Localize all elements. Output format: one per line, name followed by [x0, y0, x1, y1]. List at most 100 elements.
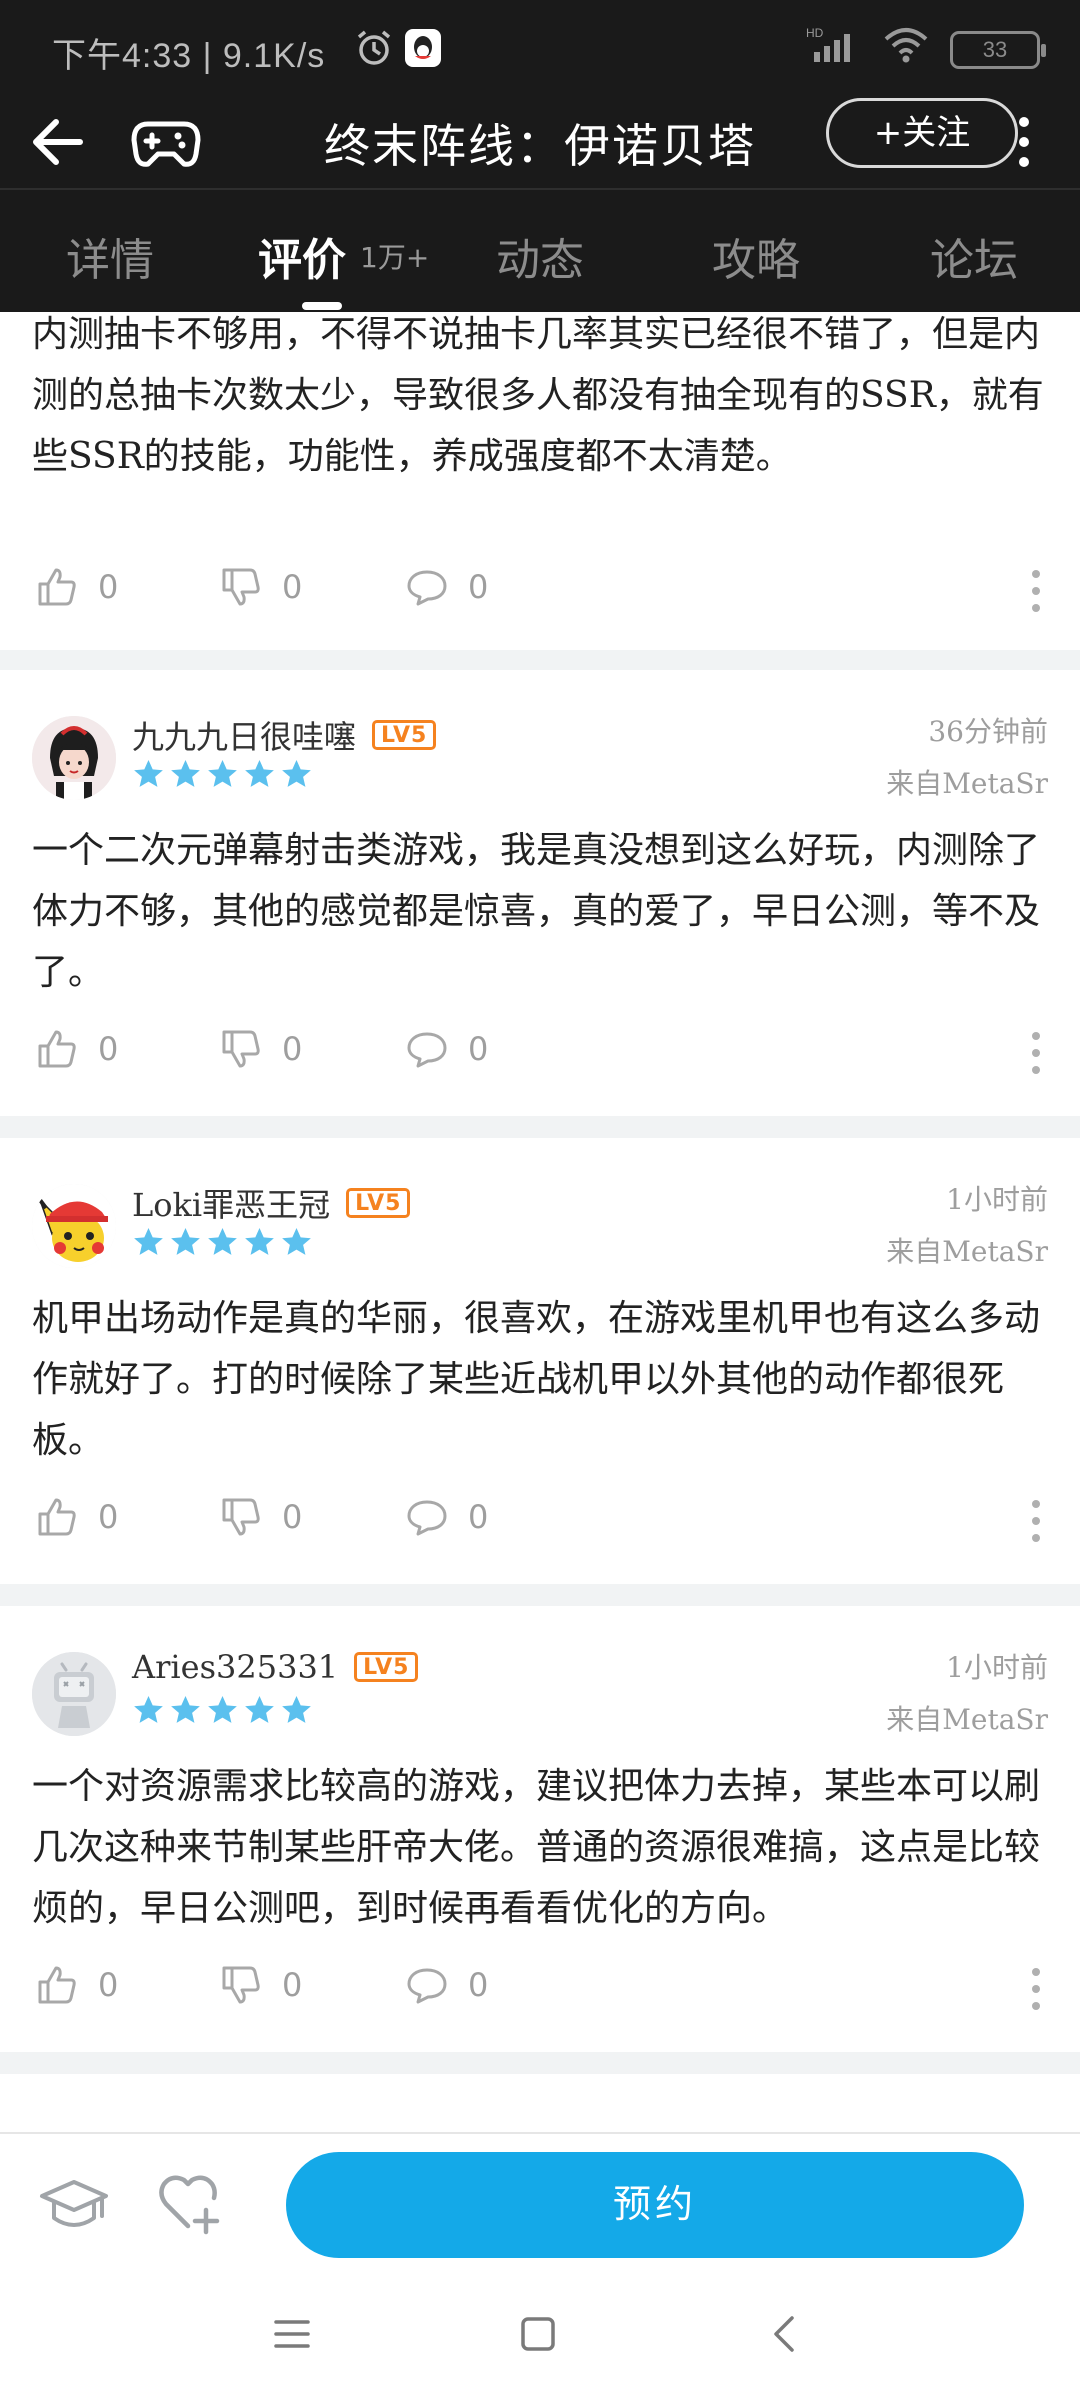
like-button[interactable]: 0 — [36, 566, 118, 608]
more-options-button[interactable] — [1004, 110, 1044, 174]
star-icon — [280, 1226, 313, 1259]
star-icon — [206, 758, 239, 791]
review-card: 内测抽卡不够用，不得不说抽卡几率其实已经很不错了，但是内测的总抽卡次数太少，导致… — [0, 312, 1080, 650]
more-vertical-icon — [1019, 117, 1029, 167]
review-more-icon[interactable] — [1026, 566, 1046, 616]
network-type-label: HD — [806, 26, 824, 40]
battery-icon: 33 — [950, 30, 1046, 69]
like-button[interactable]: 0 — [36, 1964, 118, 2006]
avatar[interactable] — [32, 1652, 116, 1736]
home-icon[interactable] — [516, 2312, 560, 2356]
app-header: 终末阵线：伊诺贝塔 +关注 — [0, 96, 1080, 188]
tab-forum[interactable]: 论坛 — [930, 224, 1018, 288]
review-more-icon[interactable] — [1026, 1028, 1046, 1078]
active-tab-indicator — [302, 302, 342, 310]
star-icon — [243, 1694, 276, 1727]
star-icon — [280, 758, 313, 791]
back-icon[interactable] — [764, 2312, 808, 2356]
dislike-count: 0 — [282, 1030, 303, 1068]
review-time: 36分钟前 — [928, 715, 1048, 748]
review-source: 来自MetaSr — [886, 1703, 1048, 1736]
comment-count: 0 — [468, 1498, 489, 1536]
star-icon — [243, 758, 276, 791]
review-source: 来自MetaSr — [886, 1235, 1048, 1268]
guide-button[interactable] — [38, 2174, 110, 2238]
level-badge: LV5 — [354, 1652, 419, 1682]
review-actions: 0 0 0 — [36, 1964, 1046, 2014]
like-button[interactable]: 0 — [36, 1496, 118, 1538]
star-icon — [206, 1226, 239, 1259]
review-author[interactable]: Aries325331 LV5 — [132, 1648, 419, 1686]
review-more-icon[interactable] — [1026, 1964, 1046, 2014]
dislike-button[interactable]: 0 — [220, 1964, 302, 2006]
system-nav-bar — [0, 2282, 1080, 2400]
comment-button[interactable]: 0 — [406, 1028, 488, 1070]
dislike-button[interactable]: 0 — [220, 1496, 302, 1538]
thumb-down-icon — [220, 1496, 262, 1538]
level-badge: LV5 — [346, 1188, 411, 1218]
star-icon — [169, 1226, 202, 1259]
menu-icon[interactable] — [270, 2312, 314, 2356]
dislike-count: 0 — [282, 1498, 303, 1536]
follow-button[interactable]: +关注 — [826, 98, 1018, 168]
tab-guides[interactable]: 攻略 — [712, 224, 800, 288]
review-feed[interactable]: 内测抽卡不够用，不得不说抽卡几率其实已经很不错了，但是内测的总抽卡次数太少，导致… — [0, 312, 1080, 2132]
avatar[interactable] — [32, 1184, 116, 1268]
dislike-count: 0 — [282, 1966, 303, 2004]
tab-updates[interactable]: 动态 — [496, 224, 584, 288]
like-button[interactable]: 0 — [36, 1028, 118, 1070]
star-icon — [169, 1694, 202, 1727]
reserve-button[interactable]: 预约 — [286, 2152, 1024, 2258]
comment-button[interactable]: 0 — [406, 1496, 488, 1538]
comment-button[interactable]: 0 — [406, 1964, 488, 2006]
star-icon — [132, 758, 165, 791]
review-time: 1小时前 — [946, 1183, 1048, 1216]
bottom-action-bar: 预约 — [0, 2132, 1080, 2282]
star-rating — [132, 758, 313, 791]
qq-app-icon — [404, 28, 442, 77]
comment-button[interactable]: 0 — [406, 566, 488, 608]
star-rating — [132, 1226, 313, 1259]
review-card: 九九九日很哇噻 LV5 36分钟前 来自MetaSr 一个二次元弹幕射击类游戏，我… — [0, 670, 1080, 1116]
tab-label: 详情 — [66, 235, 154, 286]
star-icon — [243, 1226, 276, 1259]
username: Loki罪恶王冠 — [132, 1186, 331, 1224]
review-actions: 0 0 0 — [36, 566, 1046, 616]
like-count: 0 — [98, 568, 119, 606]
review-card — [0, 2074, 1080, 2132]
level-badge: LV5 — [372, 720, 437, 750]
default-avatar-icon — [32, 1652, 116, 1736]
review-time: 1小时前 — [946, 1651, 1048, 1684]
star-icon — [280, 1694, 313, 1727]
review-text: 内测抽卡不够用，不得不说抽卡几率其实已经很不错了，但是内测的总抽卡次数太少，导致… — [32, 314, 1044, 477]
username: Aries325331 — [132, 1648, 339, 1686]
comment-icon — [406, 566, 448, 608]
comment-count: 0 — [468, 568, 489, 606]
status-time: 下午4:33 | 9.1K/s — [52, 37, 326, 75]
star-icon — [169, 758, 202, 791]
review-author[interactable]: 九九九日很哇噻 LV5 — [132, 712, 437, 758]
comment-icon — [406, 1496, 448, 1538]
thumb-down-icon — [220, 1964, 262, 2006]
review-more-icon[interactable] — [1026, 1496, 1046, 1546]
comment-count: 0 — [468, 1966, 489, 2004]
thumb-up-icon — [36, 1496, 78, 1538]
tab-label: 攻略 — [712, 235, 800, 286]
wifi-icon — [884, 27, 928, 72]
review-card: Loki罪恶王冠 LV5 1小时前 来自MetaSr 机甲出场动作是真的华丽，很喜… — [0, 1138, 1080, 1584]
comment-icon — [406, 1964, 448, 2006]
comment-count: 0 — [468, 1030, 489, 1068]
like-count: 0 — [98, 1966, 119, 2004]
dislike-button[interactable]: 0 — [220, 566, 302, 608]
tab-label: 评价 — [258, 235, 346, 286]
star-icon — [132, 1226, 165, 1259]
avatar[interactable] — [32, 716, 116, 800]
alarm-icon — [354, 28, 394, 77]
review-count: 1万+ — [360, 241, 430, 274]
username: 九九九日很哇噻 — [132, 718, 357, 756]
tab-details[interactable]: 详情 — [66, 224, 154, 288]
dislike-button[interactable]: 0 — [220, 1028, 302, 1070]
wishlist-button[interactable] — [156, 2170, 222, 2236]
tab-reviews[interactable]: 评价 1万+ — [258, 224, 429, 288]
review-author[interactable]: Loki罪恶王冠 LV5 — [132, 1180, 411, 1226]
